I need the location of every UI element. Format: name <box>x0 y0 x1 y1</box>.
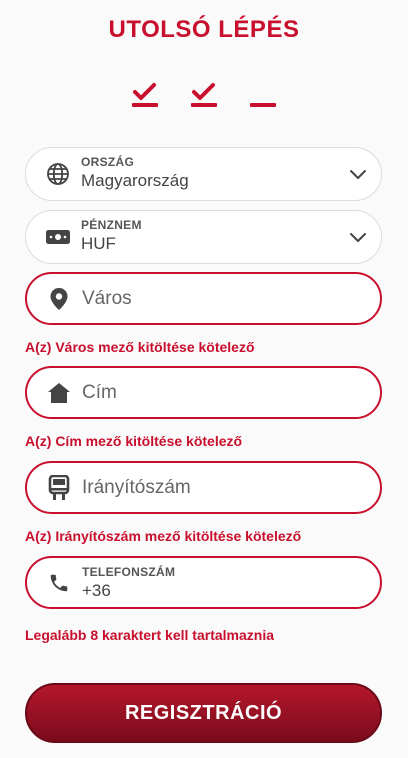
country-select[interactable]: ORSZÁG Magyarország <box>25 147 382 201</box>
register-button[interactable]: REGISZTRÁCIÓ <box>25 683 382 743</box>
zip-placeholder: Irányítószám <box>82 476 191 498</box>
step-3-current-icon <box>249 82 277 110</box>
city-placeholder: Város <box>82 287 132 309</box>
banknote-icon <box>45 224 71 250</box>
mailbox-icon <box>46 474 72 501</box>
address-input[interactable]: Cím <box>25 366 382 419</box>
phone-label: TELEFONSZÁM <box>82 565 176 579</box>
chevron-down-icon <box>349 228 367 246</box>
phone-input[interactable]: TELEFONSZÁM +36 <box>25 556 382 609</box>
chevron-down-icon <box>349 165 367 183</box>
phone-value: +36 <box>82 581 111 600</box>
step-2-done-icon <box>190 82 218 110</box>
currency-select[interactable]: PÉNZNEM HUF <box>25 210 382 264</box>
phone-icon <box>46 570 72 596</box>
zip-error: A(z) Irányítószám mező kitöltése kötelez… <box>25 528 302 544</box>
city-error: A(z) Város mező kitöltése kötelező <box>25 339 255 355</box>
country-value: Magyarország <box>81 171 189 190</box>
phone-error: Legalább 8 karaktert kell tartalmaznia <box>25 627 274 643</box>
step-1-done-icon <box>131 82 159 110</box>
currency-value: HUF <box>81 234 116 253</box>
location-pin-icon <box>46 286 72 312</box>
currency-label: PÉNZNEM <box>81 218 142 232</box>
address-placeholder: Cím <box>82 381 117 403</box>
zip-input[interactable]: Irányítószám <box>25 461 382 514</box>
country-label: ORSZÁG <box>81 155 135 169</box>
home-icon <box>46 380 72 406</box>
page-title: UTOLSÓ LÉPÉS <box>108 16 300 43</box>
step-indicator <box>0 82 408 112</box>
address-error: A(z) Cím mező kitöltése kötelező <box>25 433 243 449</box>
globe-icon <box>45 161 71 187</box>
city-input[interactable]: Város <box>25 272 382 325</box>
